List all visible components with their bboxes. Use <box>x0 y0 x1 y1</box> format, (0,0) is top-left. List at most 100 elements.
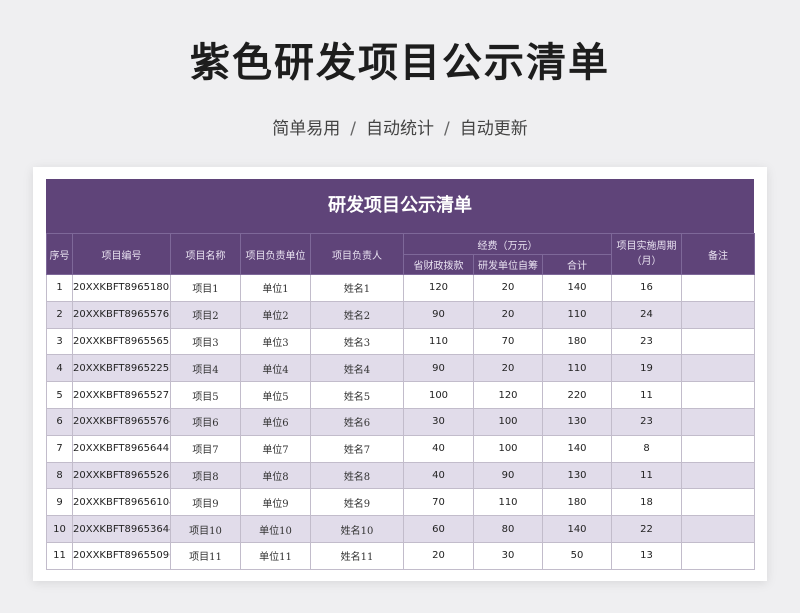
cell-seq[interactable]: 1 <box>46 274 73 302</box>
cell-period[interactable]: 13 <box>611 541 683 570</box>
cell-period[interactable]: 11 <box>611 381 683 409</box>
cell-funds-total[interactable]: 140 <box>541 434 613 463</box>
cell-unit[interactable]: 单位1 <box>240 274 311 302</box>
cell-funds-prov[interactable]: 70 <box>403 488 474 517</box>
cell-name[interactable]: 项目8 <box>170 461 241 490</box>
cell-funds-prov[interactable]: 110 <box>403 327 474 356</box>
cell-code[interactable]: 20XXKBFT89655263 <box>72 461 171 490</box>
cell-funds-total[interactable]: 140 <box>541 274 613 302</box>
cell-name[interactable]: 项目3 <box>170 327 241 356</box>
cell-funds-self[interactable]: 110 <box>473 488 543 517</box>
cell-note[interactable] <box>681 381 756 409</box>
cell-person[interactable]: 姓名11 <box>310 541 404 570</box>
cell-note[interactable] <box>681 300 756 329</box>
cell-funds-prov[interactable]: 20 <box>403 541 474 570</box>
cell-seq[interactable]: 3 <box>46 327 73 356</box>
cell-name[interactable]: 项目11 <box>170 541 241 570</box>
cell-note[interactable] <box>681 488 756 517</box>
cell-funds-total[interactable]: 140 <box>541 515 613 543</box>
cell-funds-total[interactable]: 180 <box>541 327 613 356</box>
cell-unit[interactable]: 单位7 <box>240 434 311 463</box>
cell-note[interactable] <box>681 541 756 570</box>
cell-code[interactable]: 20XXKBFT89653644 <box>72 515 171 543</box>
cell-period[interactable]: 8 <box>611 434 683 463</box>
cell-unit[interactable]: 单位8 <box>240 461 311 490</box>
cell-seq[interactable]: 5 <box>46 381 73 409</box>
cell-person[interactable]: 姓名6 <box>310 407 404 436</box>
cell-unit[interactable]: 单位6 <box>240 407 311 436</box>
cell-note[interactable] <box>681 407 756 436</box>
cell-period[interactable]: 16 <box>611 274 683 302</box>
cell-unit[interactable]: 单位3 <box>240 327 311 356</box>
cell-funds-self[interactable]: 70 <box>473 327 543 356</box>
cell-code[interactable]: 20XXKBFT89656104 <box>72 488 171 517</box>
cell-note[interactable] <box>681 434 756 463</box>
cell-period[interactable]: 19 <box>611 354 683 383</box>
cell-funds-self[interactable]: 100 <box>473 407 543 436</box>
cell-seq[interactable]: 6 <box>46 407 73 436</box>
cell-person[interactable]: 姓名9 <box>310 488 404 517</box>
cell-funds-self[interactable]: 120 <box>473 381 543 409</box>
cell-period[interactable]: 23 <box>611 327 683 356</box>
cell-note[interactable] <box>681 274 756 302</box>
cell-funds-total[interactable]: 130 <box>541 461 613 490</box>
cell-unit[interactable]: 单位4 <box>240 354 311 383</box>
cell-funds-self[interactable]: 90 <box>473 461 543 490</box>
cell-unit[interactable]: 单位11 <box>240 541 311 570</box>
cell-name[interactable]: 项目6 <box>170 407 241 436</box>
cell-funds-prov[interactable]: 30 <box>403 407 474 436</box>
cell-note[interactable] <box>681 354 756 383</box>
cell-funds-prov[interactable]: 90 <box>403 300 474 329</box>
cell-person[interactable]: 姓名1 <box>310 274 404 302</box>
cell-funds-total[interactable]: 180 <box>541 488 613 517</box>
cell-period[interactable]: 23 <box>611 407 683 436</box>
cell-seq[interactable]: 7 <box>46 434 73 463</box>
cell-funds-prov[interactable]: 40 <box>403 461 474 490</box>
cell-code[interactable]: 20XXKBFT89656441 <box>72 434 171 463</box>
cell-name[interactable]: 项目2 <box>170 300 241 329</box>
cell-person[interactable]: 姓名4 <box>310 354 404 383</box>
cell-note[interactable] <box>681 461 756 490</box>
cell-funds-prov[interactable]: 90 <box>403 354 474 383</box>
cell-seq[interactable]: 10 <box>46 515 73 543</box>
cell-code[interactable]: 20XXKBFT89655653 <box>72 327 171 356</box>
cell-funds-prov[interactable]: 100 <box>403 381 474 409</box>
cell-name[interactable]: 项目5 <box>170 381 241 409</box>
cell-funds-self[interactable]: 80 <box>473 515 543 543</box>
cell-code[interactable]: 20XXKBFT89655764 <box>72 407 171 436</box>
cell-unit[interactable]: 单位2 <box>240 300 311 329</box>
cell-seq[interactable]: 11 <box>46 541 73 570</box>
cell-period[interactable]: 11 <box>611 461 683 490</box>
cell-funds-prov[interactable]: 120 <box>403 274 474 302</box>
cell-person[interactable]: 姓名10 <box>310 515 404 543</box>
cell-unit[interactable]: 单位5 <box>240 381 311 409</box>
cell-seq[interactable]: 4 <box>46 354 73 383</box>
cell-code[interactable]: 20XXKBFT89652252 <box>72 354 171 383</box>
cell-code[interactable]: 20XXKBFT89655765 <box>72 300 171 329</box>
cell-person[interactable]: 姓名2 <box>310 300 404 329</box>
cell-seq[interactable]: 9 <box>46 488 73 517</box>
cell-period[interactable]: 22 <box>611 515 683 543</box>
cell-funds-prov[interactable]: 40 <box>403 434 474 463</box>
cell-person[interactable]: 姓名5 <box>310 381 404 409</box>
cell-code[interactable]: 20XXKBFT89655273 <box>72 381 171 409</box>
cell-unit[interactable]: 单位9 <box>240 488 311 517</box>
cell-funds-self[interactable]: 30 <box>473 541 543 570</box>
cell-funds-self[interactable]: 20 <box>473 354 543 383</box>
cell-period[interactable]: 18 <box>611 488 683 517</box>
cell-name[interactable]: 项目9 <box>170 488 241 517</box>
cell-funds-total[interactable]: 110 <box>541 300 613 329</box>
cell-code[interactable]: 20XXKBFT89655096 <box>72 541 171 570</box>
cell-note[interactable] <box>681 327 756 356</box>
cell-name[interactable]: 项目1 <box>170 274 241 302</box>
cell-seq[interactable]: 2 <box>46 300 73 329</box>
cell-funds-self[interactable]: 20 <box>473 274 543 302</box>
cell-person[interactable]: 姓名7 <box>310 434 404 463</box>
cell-person[interactable]: 姓名3 <box>310 327 404 356</box>
cell-code[interactable]: 20XXKBFT89651805 <box>72 274 171 302</box>
cell-funds-total[interactable]: 50 <box>541 541 613 570</box>
cell-funds-total[interactable]: 110 <box>541 354 613 383</box>
cell-person[interactable]: 姓名8 <box>310 461 404 490</box>
cell-funds-total[interactable]: 220 <box>541 381 613 409</box>
cell-seq[interactable]: 8 <box>46 461 73 490</box>
